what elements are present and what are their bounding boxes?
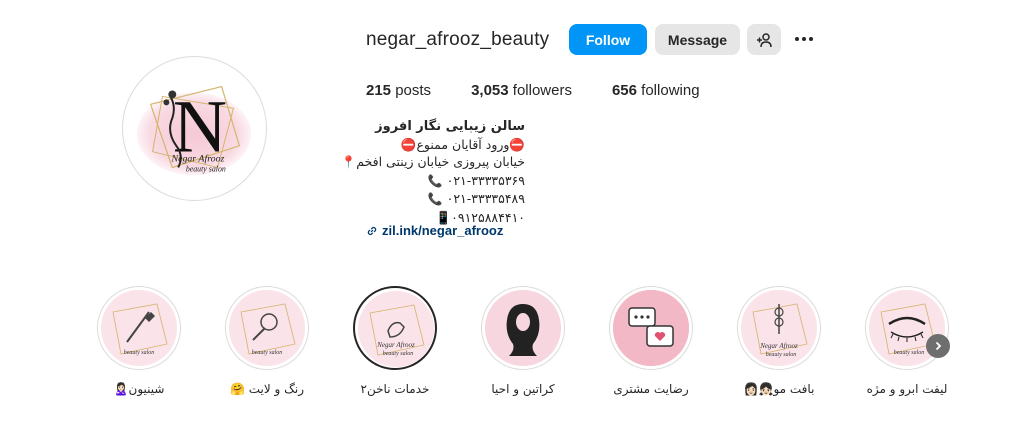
svg-text:beauty salon: beauty salon	[383, 351, 414, 357]
highlight-label: بافت مو👧🏻👩🏻	[743, 382, 815, 396]
phone-icon: 📞	[427, 192, 443, 206]
svg-text:beauty salon: beauty salon	[252, 350, 283, 356]
svg-text:Negar Afrooz: Negar Afrooz	[171, 154, 225, 165]
hair-color-icon: beauty salon	[229, 290, 305, 366]
svg-text:beauty salon: beauty salon	[766, 352, 797, 358]
highlight-label: رضایت مشتری	[613, 382, 689, 396]
followers-count: 3,053	[471, 82, 509, 99]
highlight-label: کراتین و احیا	[491, 382, 555, 396]
bio-name: سالن زیبایی نگار افروز	[375, 119, 525, 134]
following-count: 656	[611, 82, 637, 99]
profile-link-text: zil.ink/negar_afrooz	[382, 223, 504, 238]
story-highlights: beauty salon شینیون🙎🏻‍♀️ beauty salon رن…	[96, 286, 956, 406]
username: negar_afrooz_beauty	[366, 29, 550, 50]
svg-text:beauty salon: beauty salon	[186, 164, 226, 173]
bio-address-row: خیابان پیروزی خیابان زینتی افخم📍	[320, 153, 525, 172]
profile-bio: سالن زیبایی نگار افروز ⛔ورود آقایان ممنو…	[320, 118, 525, 226]
highlight-item[interactable]: beauty salon شینیون🙎🏻‍♀️	[96, 286, 182, 396]
chat-bubbles-icon	[613, 290, 689, 366]
following-stat[interactable]: 656 following	[612, 82, 700, 99]
highlight-item[interactable]: رضایت مشتری	[608, 286, 694, 396]
bio-phone-row-2: ۰۲۱-۳۳۳۳۵۴۸۹ 📞	[320, 190, 525, 209]
bio-line-1: ⛔ورود آقایان ممنوع⛔	[400, 136, 525, 152]
phone-icon: 📞	[427, 173, 443, 188]
dot-icon	[802, 37, 806, 41]
message-button[interactable]: Message	[655, 24, 740, 55]
following-label: following	[641, 82, 700, 99]
salon-logo: N Negar Afrooz beauty salon	[136, 86, 252, 176]
highlight-label: خدمات ناخن۲	[360, 382, 430, 396]
more-options-button[interactable]	[792, 30, 816, 48]
highlight-item[interactable]: کراتین و احیا	[480, 286, 566, 396]
follow-button[interactable]: Follow	[569, 24, 647, 55]
profile-stats: 215 posts 3,053 followers 656 following	[366, 82, 740, 99]
add-user-icon	[757, 32, 772, 47]
hair-silhouette-icon	[485, 290, 561, 366]
highlights-next-button[interactable]	[926, 334, 950, 358]
bio-line-3: ۰۲۱-۳۳۳۳۵۳۶۹	[446, 172, 525, 188]
svg-text:beauty salon: beauty salon	[124, 350, 155, 356]
bio-line-2: خیابان پیروزی خیابان زینتی افخم	[356, 154, 525, 169]
braid-icon: Negar Afrooz beauty salon	[741, 290, 817, 366]
profile-link[interactable]: zil.ink/negar_afrooz	[366, 223, 503, 238]
nail-polish-icon: Negar Afrooz beauty salon	[358, 291, 434, 367]
link-icon	[367, 226, 377, 235]
dot-icon	[809, 37, 813, 41]
dot-icon	[795, 37, 799, 41]
location-pin-icon: 📍	[341, 155, 357, 169]
highlight-item[interactable]: beauty salon رنگ و لایت 🤗	[224, 286, 310, 396]
suggest-user-button[interactable]	[747, 24, 781, 55]
chevron-right-icon	[935, 341, 942, 351]
posts-count: 215	[366, 82, 392, 99]
highlight-label: شینیون🙎🏻‍♀️	[113, 382, 165, 396]
svg-text:Negar Afrooz: Negar Afrooz	[376, 341, 415, 349]
highlight-item[interactable]: Negar Afrooz beauty salon بافت مو👧🏻👩🏻	[736, 286, 822, 396]
highlight-item[interactable]: Negar Afrooz beauty salon خدمات ناخن۲	[352, 286, 438, 396]
highlight-label: رنگ و لایت 🤗	[229, 382, 305, 396]
highlight-label: لیفت ابرو و مژه	[866, 382, 948, 396]
profile-avatar[interactable]: N Negar Afrooz beauty salon	[122, 56, 267, 201]
followers-stat[interactable]: 3,053 followers	[471, 82, 572, 99]
posts-stat: 215 posts	[366, 82, 431, 99]
bio-line-4: ۰۲۱-۳۳۳۳۵۴۸۹	[446, 191, 525, 206]
svg-text:Negar Afrooz: Negar Afrooz	[759, 342, 798, 350]
svg-text:beauty salon: beauty salon	[894, 350, 925, 356]
followers-label: followers	[512, 82, 572, 99]
posts-label: posts	[395, 82, 432, 99]
bride-icon: beauty salon	[101, 290, 177, 366]
bio-phone-row-1: ۰۲۱-۳۳۳۳۵۳۶۹ 📞	[320, 172, 525, 191]
